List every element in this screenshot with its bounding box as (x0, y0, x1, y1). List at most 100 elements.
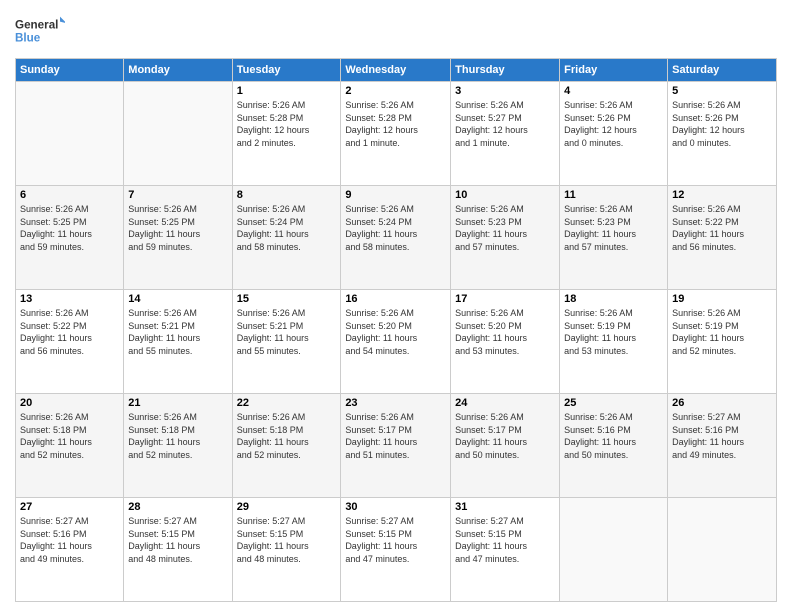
day-info: Sunrise: 5:26 AMSunset: 5:16 PMDaylight:… (564, 411, 663, 461)
col-header-sunday: Sunday (16, 59, 124, 82)
day-info: Sunrise: 5:26 AMSunset: 5:19 PMDaylight:… (564, 307, 663, 357)
col-header-thursday: Thursday (451, 59, 560, 82)
day-number: 1 (237, 85, 337, 97)
day-number: 7 (128, 189, 227, 201)
day-cell: 28Sunrise: 5:27 AMSunset: 5:15 PMDayligh… (124, 498, 232, 602)
day-info: Sunrise: 5:27 AMSunset: 5:15 PMDaylight:… (455, 515, 555, 565)
day-info: Sunrise: 5:26 AMSunset: 5:21 PMDaylight:… (128, 307, 227, 357)
header: General Blue (15, 10, 777, 50)
day-number: 23 (345, 397, 446, 409)
day-info: Sunrise: 5:27 AMSunset: 5:15 PMDaylight:… (237, 515, 337, 565)
page: General Blue SundayMondayTuesdayWednesda… (0, 0, 792, 612)
day-cell: 25 Sunrise: 5:26 AMSunset: 5:16 PMDayligh… (560, 394, 668, 498)
day-cell (668, 498, 777, 602)
day-info: Sunrise: 5:26 AMSunset: 5:26 PMDaylight:… (672, 99, 772, 149)
day-info: Sunrise: 5:26 AMSunset: 5:17 PMDaylight:… (345, 411, 446, 461)
day-info: Sunrise: 5:26 AMSunset: 5:23 PMDaylight:… (564, 203, 663, 253)
day-cell (124, 82, 232, 186)
day-number: 31 (455, 501, 555, 513)
day-cell: 27 Sunrise: 5:27 AMSunset: 5:16 PMDayligh… (16, 498, 124, 602)
day-cell: 20 Sunrise: 5:26 AMSunset: 5:18 PMDayligh… (16, 394, 124, 498)
day-number: 24 (455, 397, 555, 409)
day-info: Sunrise: 5:26 AMSunset: 5:28 PMDaylight:… (345, 99, 446, 149)
day-cell: 30 Sunrise: 5:27 AMSunset: 5:15 PMDayligh… (341, 498, 451, 602)
day-number: 19 (672, 293, 772, 305)
day-info: Sunrise: 5:26 AMSunset: 5:22 PMDaylight:… (672, 203, 772, 253)
day-cell (560, 498, 668, 602)
day-number: 4 (564, 85, 663, 97)
day-info: Sunrise: 5:27 AMSunset: 5:16 PMDaylight:… (20, 515, 119, 565)
day-cell: 14 Sunrise: 5:26 AMSunset: 5:21 PMDayligh… (124, 290, 232, 394)
day-cell: 12 Sunrise: 5:26 AMSunset: 5:22 PMDayligh… (668, 186, 777, 290)
day-number: 29 (237, 501, 337, 513)
day-cell: 19Sunrise: 5:26 AMSunset: 5:19 PMDayligh… (668, 290, 777, 394)
day-number: 2 (345, 85, 446, 97)
day-cell: 4 Sunrise: 5:26 AMSunset: 5:26 PMDaylight… (560, 82, 668, 186)
day-info: Sunrise: 5:26 AMSunset: 5:18 PMDaylight:… (128, 411, 227, 461)
day-cell: 17 Sunrise: 5:26 AMSunset: 5:20 PMDayligh… (451, 290, 560, 394)
day-cell: 13 Sunrise: 5:26 AMSunset: 5:22 PMDayligh… (16, 290, 124, 394)
day-number: 18 (564, 293, 663, 305)
day-cell: 24Sunrise: 5:26 AMSunset: 5:17 PMDayligh… (451, 394, 560, 498)
logo: General Blue (15, 10, 65, 50)
day-number: 17 (455, 293, 555, 305)
day-info: Sunrise: 5:26 AMSunset: 5:25 PMDaylight:… (128, 203, 227, 253)
col-header-monday: Monday (124, 59, 232, 82)
day-number: 6 (20, 189, 119, 201)
day-number: 20 (20, 397, 119, 409)
week-row-5: 27 Sunrise: 5:27 AMSunset: 5:16 PMDayligh… (16, 498, 777, 602)
day-info: Sunrise: 5:26 AMSunset: 5:27 PMDaylight:… (455, 99, 555, 149)
logo-svg: General Blue (15, 10, 65, 50)
day-number: 12 (672, 189, 772, 201)
week-row-2: 6 Sunrise: 5:26 AMSunset: 5:25 PMDaylight… (16, 186, 777, 290)
day-cell (16, 82, 124, 186)
day-number: 16 (345, 293, 446, 305)
day-info: Sunrise: 5:26 AMSunset: 5:24 PMDaylight:… (345, 203, 446, 253)
calendar-table: SundayMondayTuesdayWednesdayThursdayFrid… (15, 58, 777, 602)
day-cell: 31 Sunrise: 5:27 AMSunset: 5:15 PMDayligh… (451, 498, 560, 602)
day-info: Sunrise: 5:26 AMSunset: 5:20 PMDaylight:… (345, 307, 446, 357)
day-cell: 8Sunrise: 5:26 AMSunset: 5:24 PMDaylight… (232, 186, 341, 290)
day-info: Sunrise: 5:26 AMSunset: 5:26 PMDaylight:… (564, 99, 663, 149)
col-header-friday: Friday (560, 59, 668, 82)
svg-text:Blue: Blue (15, 32, 41, 45)
day-number: 25 (564, 397, 663, 409)
day-number: 15 (237, 293, 337, 305)
day-cell: 18 Sunrise: 5:26 AMSunset: 5:19 PMDayligh… (560, 290, 668, 394)
day-cell: 6Sunrise: 5:26 AMSunset: 5:25 PMDaylight… (16, 186, 124, 290)
day-number: 13 (20, 293, 119, 305)
header-row: SundayMondayTuesdayWednesdayThursdayFrid… (16, 59, 777, 82)
day-number: 3 (455, 85, 555, 97)
week-row-4: 20 Sunrise: 5:26 AMSunset: 5:18 PMDayligh… (16, 394, 777, 498)
day-cell: 1Sunrise: 5:26 AMSunset: 5:28 PMDaylight… (232, 82, 341, 186)
day-number: 5 (672, 85, 772, 97)
day-info: Sunrise: 5:27 AMSunset: 5:15 PMDaylight:… (345, 515, 446, 565)
day-cell: 26 Sunrise: 5:27 AMSunset: 5:16 PMDayligh… (668, 394, 777, 498)
day-number: 8 (237, 189, 337, 201)
day-info: Sunrise: 5:26 AMSunset: 5:22 PMDaylight:… (20, 307, 119, 357)
day-cell: 11 Sunrise: 5:26 AMSunset: 5:23 PMDayligh… (560, 186, 668, 290)
col-header-tuesday: Tuesday (232, 59, 341, 82)
day-info: Sunrise: 5:26 AMSunset: 5:18 PMDaylight:… (20, 411, 119, 461)
day-info: Sunrise: 5:26 AMSunset: 5:20 PMDaylight:… (455, 307, 555, 357)
col-header-saturday: Saturday (668, 59, 777, 82)
day-number: 28 (128, 501, 227, 513)
day-number: 14 (128, 293, 227, 305)
day-number: 21 (128, 397, 227, 409)
svg-text:General: General (15, 18, 58, 31)
day-cell: 15Sunrise: 5:26 AMSunset: 5:21 PMDayligh… (232, 290, 341, 394)
day-cell: 5 Sunrise: 5:26 AMSunset: 5:26 PMDaylight… (668, 82, 777, 186)
day-number: 11 (564, 189, 663, 201)
day-cell: 7 Sunrise: 5:26 AMSunset: 5:25 PMDaylight… (124, 186, 232, 290)
week-row-1: 1 Sunrise: 5:26 AMSunset: 5:28 PMDaylight… (16, 82, 777, 186)
week-row-3: 13 Sunrise: 5:26 AMSunset: 5:22 PMDayligh… (16, 290, 777, 394)
day-number: 9 (345, 189, 446, 201)
day-number: 10 (455, 189, 555, 201)
day-info: Sunrise: 5:27 AMSunset: 5:16 PMDaylight:… (672, 411, 772, 461)
col-header-wednesday: Wednesday (341, 59, 451, 82)
day-number: 30 (345, 501, 446, 513)
day-number: 26 (672, 397, 772, 409)
day-cell: 23 Sunrise: 5:26 AMSunset: 5:17 PMDayligh… (341, 394, 451, 498)
day-number: 27 (20, 501, 119, 513)
day-cell: 29 Sunrise: 5:27 AMSunset: 5:15 PMDayligh… (232, 498, 341, 602)
